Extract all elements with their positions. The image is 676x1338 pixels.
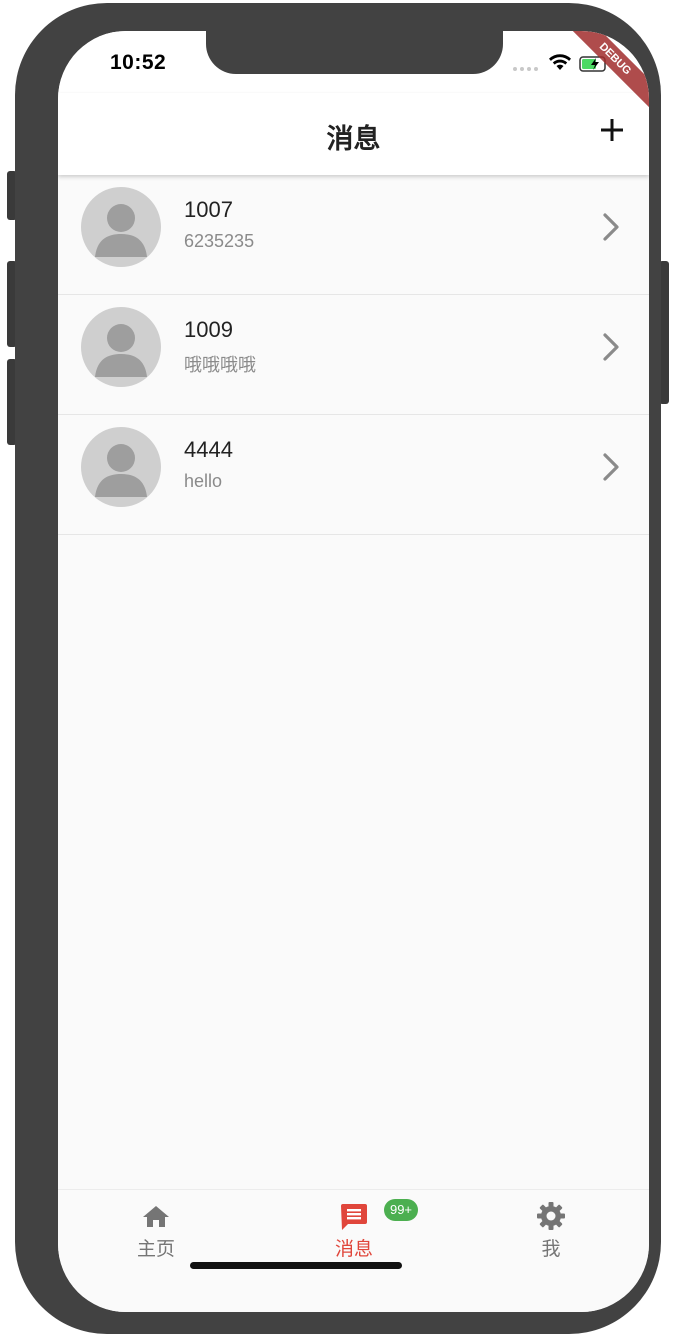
bottom-nav: 主页 消息 99+ 我 xyxy=(58,1189,649,1312)
chevron-right-icon xyxy=(603,453,619,481)
person-icon xyxy=(95,204,147,257)
chevron-right-icon xyxy=(603,333,619,361)
signal-icon xyxy=(513,67,538,71)
contact-name: 1007 xyxy=(184,197,233,222)
message-preview: 哦哦哦哦 xyxy=(184,355,256,375)
home-icon xyxy=(143,1206,169,1227)
list-item[interactable]: 4444 hello xyxy=(58,415,649,535)
status-time: 10:52 xyxy=(110,51,167,74)
nav-label-home: 主页 xyxy=(136,1238,175,1260)
message-preview: hello xyxy=(184,471,223,491)
plus-icon[interactable] xyxy=(595,113,629,147)
phone-frame: 10:52 DEBUG 消息 1007 6235235 1009 哦哦哦哦 44… xyxy=(15,3,661,1334)
avatar xyxy=(81,307,161,387)
app-bar: 消息 xyxy=(58,93,649,175)
nav-item-me[interactable]: 我 xyxy=(491,1200,611,1261)
notch xyxy=(206,31,503,74)
unread-badge: 99+ xyxy=(384,1199,418,1221)
contact-name: 4444 xyxy=(184,437,233,462)
nav-label-messages: 消息 xyxy=(334,1238,373,1260)
avatar xyxy=(81,427,161,507)
list-item[interactable]: 1007 6235235 xyxy=(58,175,649,295)
nav-item-home[interactable]: 主页 xyxy=(96,1200,216,1261)
gear-icon xyxy=(537,1202,565,1230)
message-list: 1007 6235235 1009 哦哦哦哦 4444 hello xyxy=(58,175,649,535)
chevron-right-icon xyxy=(603,213,619,241)
avatar xyxy=(81,187,161,267)
message-icon xyxy=(341,1204,367,1230)
nav-label-me: 我 xyxy=(541,1238,561,1260)
message-preview: 6235235 xyxy=(184,231,255,251)
page-title: 消息 xyxy=(326,124,381,155)
person-icon xyxy=(95,324,147,377)
list-item[interactable]: 1009 哦哦哦哦 xyxy=(58,295,649,415)
person-icon xyxy=(95,444,147,497)
contact-name: 1009 xyxy=(184,317,233,342)
phone-screen: 10:52 DEBUG 消息 1007 6235235 1009 哦哦哦哦 44… xyxy=(58,31,649,1312)
home-indicator[interactable] xyxy=(190,1262,402,1269)
wifi-icon xyxy=(549,54,571,70)
